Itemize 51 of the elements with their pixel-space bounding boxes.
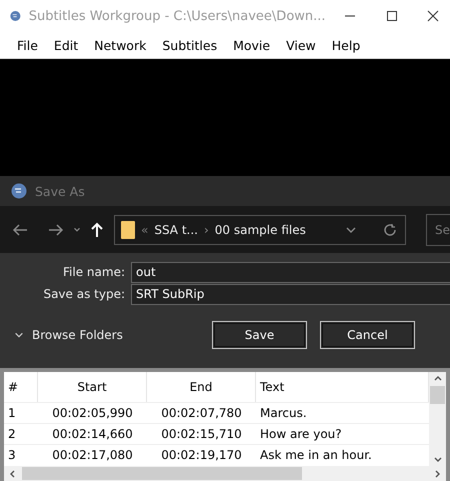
menu-item[interactable]: Subtitles — [155, 38, 226, 52]
scrollbar-thumb[interactable] — [22, 467, 302, 480]
folder-icon — [121, 220, 135, 238]
table-cell-text: Ask me in an hour. — [259, 447, 373, 464]
app-icon — [11, 183, 27, 199]
menu-item[interactable]: View — [279, 38, 325, 52]
table-cell-text: 00:02:15,710 — [160, 426, 243, 443]
scrollbar-thumb[interactable] — [430, 386, 445, 404]
column-header[interactable]: End — [147, 372, 256, 402]
file-name-field[interactable]: out — [131, 262, 450, 282]
app-icon — [10, 8, 21, 24]
window-title: Subtitles Workgroup - C:\Users\navee\Down... — [28, 8, 326, 24]
table-cell-text: 00:02:17,080 — [51, 447, 134, 464]
file-type-dropdown[interactable]: SRT SubRip — [131, 284, 450, 304]
dialog-button[interactable]: Cancel — [320, 321, 415, 349]
breadcrumb-separator: › — [204, 222, 209, 236]
menu-item[interactable]: File — [10, 38, 47, 52]
refresh-icon — [383, 222, 397, 236]
table-cell-text: How are you? — [259, 426, 343, 443]
vertical-scrollbar[interactable] — [429, 372, 446, 466]
maximize-icon — [386, 10, 398, 22]
column-header[interactable]: # — [4, 372, 38, 402]
up-button[interactable] — [90, 222, 104, 238]
table-cell-text: 00:02:05,990 — [51, 405, 134, 422]
table-cell-text: Marcus. — [259, 405, 308, 422]
field-label: File name: — [62, 265, 126, 279]
menu-item[interactable]: Network — [87, 38, 156, 52]
menu-item[interactable]: Help — [324, 38, 370, 52]
breadcrumb-item: 00 sample files — [214, 222, 306, 236]
column-header[interactable]: Start — [38, 372, 147, 402]
breadcrumb-item: SSA t... — [154, 222, 198, 236]
table-cell-text: 3 — [7, 447, 17, 464]
table-cell-text: 1 — [7, 405, 17, 422]
dialog-title: Save As — [35, 184, 85, 198]
table-cell-text: 2 — [7, 426, 17, 443]
back-button[interactable] — [12, 222, 28, 236]
forward-button[interactable] — [48, 222, 64, 236]
horizontal-scrollbar[interactable] — [4, 466, 446, 481]
search-field[interactable]: Se — [426, 214, 450, 246]
table-cell-text: 00:02:07,780 — [160, 405, 243, 422]
table-cell-text: 00:02:19,170 — [160, 447, 243, 464]
close-icon — [427, 10, 440, 22]
dialog-button[interactable]: Save — [212, 321, 307, 349]
overflow-marker: « — [141, 222, 148, 236]
address-bar[interactable]: « SSA t... › 00 sample files — [114, 214, 406, 244]
field-label: Save as type: — [42, 287, 126, 301]
chevron-icon — [14, 330, 24, 340]
browse-folders-toggle[interactable]: Browse Folders — [14, 328, 212, 342]
menu-item[interactable]: Movie — [226, 38, 280, 52]
table-cell-text: 00:02:14,660 — [51, 426, 134, 443]
menu-item[interactable]: Edit — [46, 38, 88, 52]
